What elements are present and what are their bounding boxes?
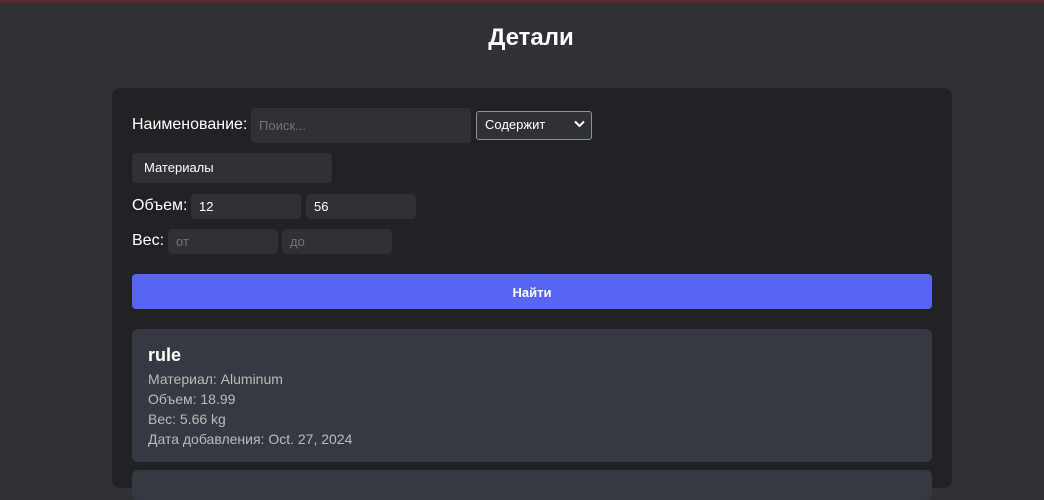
material-select[interactable]: Материалы xyxy=(132,153,332,183)
weight-from-input[interactable] xyxy=(168,229,278,254)
top-accent-bar xyxy=(0,0,1044,3)
volume-from-input[interactable] xyxy=(191,194,301,219)
result-volume: Объем: 18.99 xyxy=(148,391,236,407)
page-title: Детали xyxy=(488,24,574,51)
volume-label: Объем: xyxy=(132,197,188,214)
result-weight: Вес: 5.66 kg xyxy=(148,411,226,427)
result-date-added: Дата добавления: Oct. 27, 2024 xyxy=(148,431,353,447)
chevron-down-icon xyxy=(574,120,585,128)
find-button[interactable]: Найти xyxy=(132,274,932,309)
result-material: Материал: Aluminum xyxy=(148,371,283,387)
name-search-input[interactable] xyxy=(251,108,471,143)
result-title: rule xyxy=(148,345,182,365)
name-label: Наименование: xyxy=(132,116,248,133)
result-card: rule Материал: Aluminum Объем: 18.99 Вес… xyxy=(132,329,932,462)
result-card-next xyxy=(132,470,932,500)
volume-to-input[interactable] xyxy=(306,194,416,219)
weight-to-input[interactable] xyxy=(282,229,392,254)
match-mode-select[interactable]: Содержит xyxy=(476,111,592,140)
match-mode-value: Содержит xyxy=(485,117,546,132)
weight-label: Вес: xyxy=(132,232,165,249)
filter-panel: Наименование: Содержит Материалы Объем: … xyxy=(112,88,952,500)
